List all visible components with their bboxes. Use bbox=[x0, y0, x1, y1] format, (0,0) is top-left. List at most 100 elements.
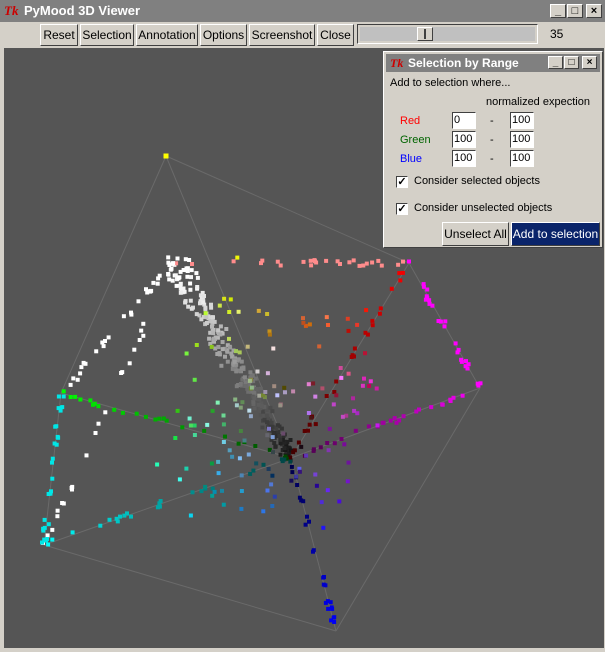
color-point bbox=[306, 382, 311, 387]
color-point bbox=[195, 285, 200, 289]
color-point bbox=[139, 328, 144, 333]
color-point bbox=[50, 476, 55, 481]
color-point bbox=[301, 320, 306, 325]
color-point bbox=[259, 261, 263, 266]
color-point bbox=[289, 478, 294, 483]
red-max-input[interactable]: 100 bbox=[510, 112, 534, 129]
green-max-input[interactable]: 100 bbox=[510, 131, 534, 148]
color-point bbox=[189, 268, 194, 273]
color-point bbox=[342, 442, 347, 447]
blue-max-input[interactable]: 100 bbox=[510, 150, 534, 167]
color-point bbox=[70, 530, 75, 535]
color-point bbox=[239, 506, 244, 511]
color-point bbox=[363, 351, 367, 356]
color-point bbox=[207, 336, 212, 341]
range-dash: - bbox=[490, 153, 494, 165]
color-point bbox=[222, 296, 227, 301]
color-point bbox=[311, 447, 316, 452]
screenshot-button[interactable]: Screenshot bbox=[249, 24, 315, 46]
color-point bbox=[360, 383, 365, 388]
color-point bbox=[278, 452, 283, 457]
consider-selected-checkbox[interactable]: ✓ bbox=[396, 176, 408, 188]
color-point bbox=[46, 492, 51, 496]
color-point bbox=[423, 297, 428, 302]
color-point bbox=[252, 406, 257, 411]
close-button[interactable]: Close bbox=[317, 24, 354, 46]
color-point bbox=[233, 397, 238, 402]
color-point bbox=[202, 294, 206, 298]
green-min-input[interactable]: 100 bbox=[452, 131, 476, 148]
color-point bbox=[288, 438, 293, 442]
color-point bbox=[364, 261, 369, 266]
selection-by-range-dialog: Tk Selection by Range _ □ × Add to selec… bbox=[383, 51, 603, 248]
color-point bbox=[127, 361, 132, 366]
color-point bbox=[319, 500, 324, 505]
color-point bbox=[365, 332, 370, 337]
color-point bbox=[239, 359, 244, 364]
consider-unselected-checkbox[interactable]: ✓ bbox=[396, 203, 408, 215]
color-point bbox=[429, 405, 434, 410]
dialog-close-button[interactable]: × bbox=[582, 56, 597, 69]
slider-track[interactable] bbox=[360, 27, 535, 41]
color-point bbox=[326, 323, 330, 327]
color-point bbox=[257, 393, 262, 398]
maximize-button[interactable]: □ bbox=[567, 4, 583, 18]
red-min-input[interactable]: 0 bbox=[452, 112, 476, 129]
add-to-selection-button[interactable]: Add to selection bbox=[511, 222, 600, 246]
color-point bbox=[326, 606, 331, 611]
color-point bbox=[273, 444, 278, 449]
color-point bbox=[91, 402, 95, 407]
color-point bbox=[476, 383, 481, 388]
color-point bbox=[270, 504, 275, 508]
dialog-maximize-button[interactable]: □ bbox=[564, 56, 579, 69]
dialog-prompt: Add to selection where... bbox=[390, 77, 511, 89]
color-point bbox=[466, 362, 471, 367]
color-point bbox=[177, 477, 182, 482]
color-point bbox=[407, 259, 411, 264]
color-point bbox=[236, 309, 241, 314]
color-point bbox=[167, 263, 172, 267]
color-point bbox=[355, 322, 360, 327]
slider-thumb[interactable] bbox=[417, 27, 433, 41]
color-point bbox=[188, 281, 193, 286]
color-point bbox=[229, 351, 234, 356]
color-point bbox=[235, 255, 240, 260]
color-point bbox=[203, 305, 208, 310]
color-point bbox=[94, 349, 99, 354]
color-point bbox=[299, 444, 304, 449]
color-point bbox=[209, 302, 213, 307]
color-point bbox=[295, 483, 300, 487]
dialog-title: Selection by Range bbox=[408, 56, 519, 70]
color-point bbox=[376, 258, 381, 263]
color-point bbox=[424, 294, 429, 299]
color-point bbox=[313, 394, 318, 399]
reset-button[interactable]: Reset bbox=[40, 24, 78, 46]
color-point bbox=[340, 414, 345, 419]
color-point bbox=[378, 306, 383, 311]
color-point bbox=[254, 461, 259, 466]
color-point bbox=[264, 413, 269, 418]
color-point bbox=[270, 473, 275, 478]
point-size-slider[interactable] bbox=[357, 24, 538, 44]
minimize-button[interactable]: _ bbox=[550, 4, 566, 18]
blue-min-input[interactable]: 100 bbox=[452, 150, 476, 167]
color-point bbox=[401, 414, 406, 419]
dialog-minimize-button[interactable]: _ bbox=[548, 56, 563, 69]
color-point bbox=[234, 403, 239, 408]
unselect-all-button[interactable]: Unselect All bbox=[442, 222, 509, 246]
color-point bbox=[239, 473, 244, 478]
color-point bbox=[119, 371, 124, 375]
color-point bbox=[270, 424, 275, 429]
close-window-button[interactable]: × bbox=[586, 4, 602, 18]
color-point bbox=[50, 537, 55, 542]
color-point bbox=[370, 260, 375, 265]
annotation-button[interactable]: Annotation bbox=[136, 24, 198, 46]
color-point bbox=[234, 349, 238, 354]
color-point bbox=[253, 444, 258, 448]
window-title: PyMood 3D Viewer bbox=[24, 3, 141, 18]
color-point bbox=[398, 278, 403, 283]
selection-button[interactable]: Selection bbox=[80, 24, 134, 46]
options-button[interactable]: Options bbox=[200, 24, 247, 46]
color-point bbox=[171, 261, 176, 266]
color-point bbox=[141, 333, 146, 338]
